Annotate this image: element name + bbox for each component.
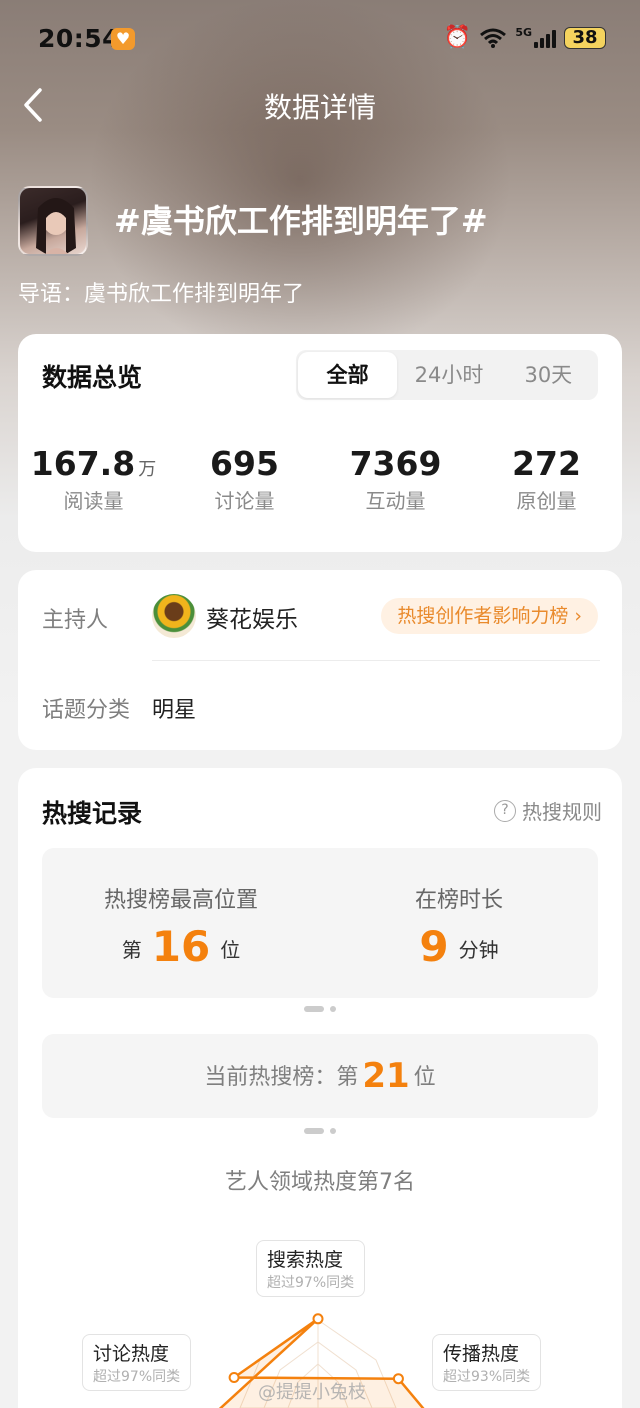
pager-dots-2: [304, 1128, 336, 1134]
radar-tag-discuss-note: 超过97%同类: [93, 1369, 181, 1385]
question-icon: ?: [494, 799, 516, 822]
on-list-duration: 在榜时长 9 分钟: [320, 848, 598, 971]
duration-label: 在榜时长: [414, 888, 503, 913]
radar-tag-spread: 传播热度 超过93%同类: [432, 1334, 542, 1391]
tab-all[interactable]: 全部: [298, 352, 398, 398]
radar-point-discuss: [228, 1372, 240, 1383]
hot-rules-label: 热搜规则: [522, 800, 602, 824]
field-rank: 艺人领域热度第7名: [225, 1170, 415, 1195]
time-range-tabs: 全部 24小时 30天: [296, 350, 598, 400]
page-title: 数据详情: [263, 91, 376, 124]
overview-title: 数据总览: [42, 363, 143, 392]
stat-interactions-label: 互动量: [365, 489, 426, 513]
topic-title: #虞书欣工作排到明年了#: [114, 202, 488, 240]
status-time: 20:54: [38, 24, 121, 53]
hot-summary-panel: 热搜榜最高位置 第 16 位 在榜时长 9 分钟: [42, 848, 598, 998]
creator-rank-link[interactable]: 热搜创作者影响力榜 ›: [381, 598, 598, 634]
duration-value: 9: [419, 922, 449, 971]
category-label: 话题分类: [42, 698, 131, 723]
signal-icon: [534, 28, 556, 48]
stat-reads-unit: 万: [138, 459, 157, 480]
current-rank-panel: 当前热搜榜：第 21 位: [42, 1034, 598, 1118]
hot-title: 热搜记录: [42, 799, 143, 828]
overview-card: 数据总览 全部 24小时 30天 167.8 万 阅读量 695 讨论量 7369…: [18, 334, 622, 552]
current-rank-value: 21: [362, 1056, 410, 1096]
host-label: 主持人: [42, 608, 109, 633]
radar-point-search: [312, 1313, 324, 1325]
stat-discussions: 695 讨论量: [169, 444, 320, 514]
stat-discussions-value: 695: [210, 444, 279, 483]
current-rank-suffix: 位: [413, 1065, 436, 1090]
stat-reads: 167.8 万 阅读量: [18, 444, 169, 514]
stat-interactions-value: 7369: [349, 444, 442, 483]
radar-point-spread: [392, 1373, 404, 1385]
pager-dots: [304, 1006, 336, 1012]
stat-interactions: 7369 互动量: [320, 444, 471, 514]
stats-row: 167.8 万 阅读量 695 讨论量 7369 互动量 272 原创量: [18, 444, 622, 514]
host-card: 主持人 葵花娱乐 热搜创作者影响力榜 › 话题分类 明星: [18, 570, 622, 750]
radar-tag-discuss: 讨论热度 超过97%同类: [82, 1334, 192, 1391]
stat-reads-value: 167.8: [30, 444, 136, 483]
peak-position: 热搜榜最高位置 第 16 位: [42, 848, 320, 971]
peak-suffix: 位: [220, 938, 241, 962]
topic-header: #虞书欣工作排到明年了#: [18, 186, 622, 256]
alarm-icon: ⏰: [443, 25, 472, 50]
topic-lead: 导语：虞书欣工作排到明年了: [18, 282, 305, 307]
battery-icon: 38: [564, 27, 606, 49]
host-avatar[interactable]: [152, 594, 196, 638]
stat-discussions-label: 讨论量: [214, 489, 275, 513]
duration-unit: 分钟: [458, 938, 499, 962]
tab-24h[interactable]: 24小时: [399, 350, 498, 400]
radar-tag-search: 搜索热度 超过97%同类: [256, 1240, 366, 1297]
peak-label: 热搜榜最高位置: [103, 888, 258, 913]
radar-tag-spread-name: 传播热度: [443, 1343, 520, 1365]
creator-rank-label: 热搜创作者影响力榜: [397, 605, 569, 627]
radar-tag-spread-note: 超过93%同类: [443, 1369, 531, 1385]
host-name[interactable]: 葵花娱乐: [206, 600, 298, 634]
wifi-icon: [480, 28, 507, 48]
network-type: 5G: [515, 25, 532, 39]
peak-value: 16: [151, 922, 211, 971]
radar-tag-search-note: 超过97%同类: [267, 1275, 355, 1291]
stat-originals-label: 原创量: [516, 489, 577, 513]
app-heart-icon: ♥: [111, 28, 135, 50]
divider: [152, 660, 600, 661]
nav-bar: 数据详情: [0, 78, 640, 134]
category-value: 明星: [152, 698, 197, 723]
radar-tag-search-name: 搜索热度: [267, 1249, 344, 1271]
hot-search-card: 热搜记录 ? 热搜规则 热搜榜最高位置 第 16 位 在榜时长 9 分钟 当前热搜榜：…: [18, 768, 622, 1408]
radar-tag-discuss-name: 讨论热度: [93, 1343, 170, 1365]
avatar-portrait: [36, 198, 76, 254]
topic-avatar: [18, 186, 88, 256]
chevron-right-icon: ›: [574, 605, 582, 627]
hot-rules-link[interactable]: ? 热搜规则: [494, 796, 602, 825]
stat-originals-value: 272: [512, 444, 581, 483]
stat-originals: 272 原创量: [471, 444, 622, 514]
current-rank-label: 当前热搜榜：第: [204, 1065, 359, 1090]
peak-prefix: 第: [121, 938, 142, 962]
status-icons: ⏰ 5G 38: [444, 26, 606, 50]
watermark: @提提小兔枝: [258, 1382, 366, 1403]
stat-reads-label: 阅读量: [63, 489, 124, 513]
status-bar: 20:54 ♥ ⏰ 5G 38: [0, 0, 640, 78]
tab-30d[interactable]: 30天: [499, 350, 598, 400]
